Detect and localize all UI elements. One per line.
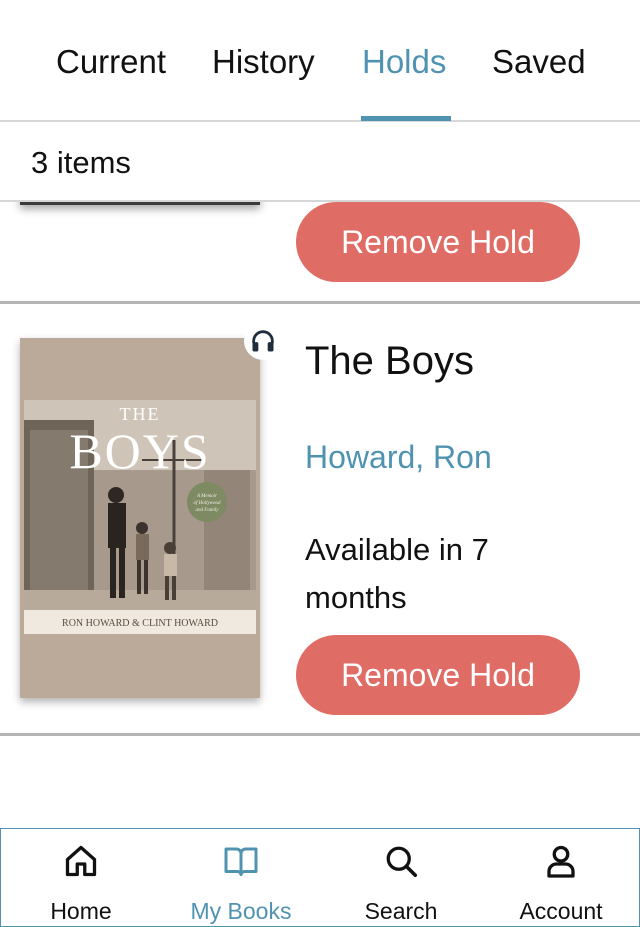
remove-hold-button[interactable]: Remove Hold [296,202,580,282]
book-author[interactable]: Howard, Ron [305,437,492,477]
item-count: 3 items [31,145,131,180]
remove-hold-button[interactable]: Remove Hold [296,635,580,715]
svg-text:and Family: and Family [196,508,220,513]
account-icon [547,845,575,878]
tab-current[interactable]: Current [56,40,166,84]
active-tab-indicator [361,116,451,121]
cover-title-line1: THE [120,404,161,424]
bottom-nav: Home My Books Search Account [0,828,640,927]
svg-text:of Hollywood: of Hollywood [193,501,221,506]
item-count-bar: 3 items [0,122,640,202]
book-cover[interactable] [20,202,260,205]
tab-bar: Current History Holds Saved [0,0,640,122]
nav-account-label: Account [519,898,603,924]
cover-title-line2: BOYS [69,423,210,479]
tab-holds[interactable]: Holds [362,40,446,84]
nav-my-books[interactable]: My Books [161,829,321,927]
cover-image: A Memoir of Hollywood and Family THE BOY… [24,400,256,634]
list-item: Remove Hold [0,202,640,304]
availability-status: Available in 7 months [305,532,489,615]
cover-authors: RON HOWARD & CLINT HOWARD [62,618,218,629]
book-cover[interactable]: A Memoir of Hollywood and Family THE BOY… [20,338,260,698]
home-icon [65,845,97,877]
nav-account[interactable]: Account [481,829,640,927]
nav-search[interactable]: Search [321,829,481,927]
nav-home-label: Home [50,898,112,924]
holds-list[interactable]: Remove Hold A Memoir of Hollywood and Fa… [0,202,640,828]
nav-search-label: Search [364,898,438,924]
headphones-icon [252,330,274,352]
search-icon [386,846,418,878]
nav-home[interactable]: Home [1,829,161,927]
cover-seal-text: A Memoir [196,494,217,499]
tab-history[interactable]: History [212,40,315,84]
list-item: A Memoir of Hollywood and Family THE BOY… [0,304,640,736]
book-title[interactable]: The Boys [305,336,474,386]
book-icon [224,847,258,876]
tab-saved[interactable]: Saved [492,40,586,84]
audiobook-badge [244,322,282,360]
nav-my-books-label: My Books [190,898,292,924]
